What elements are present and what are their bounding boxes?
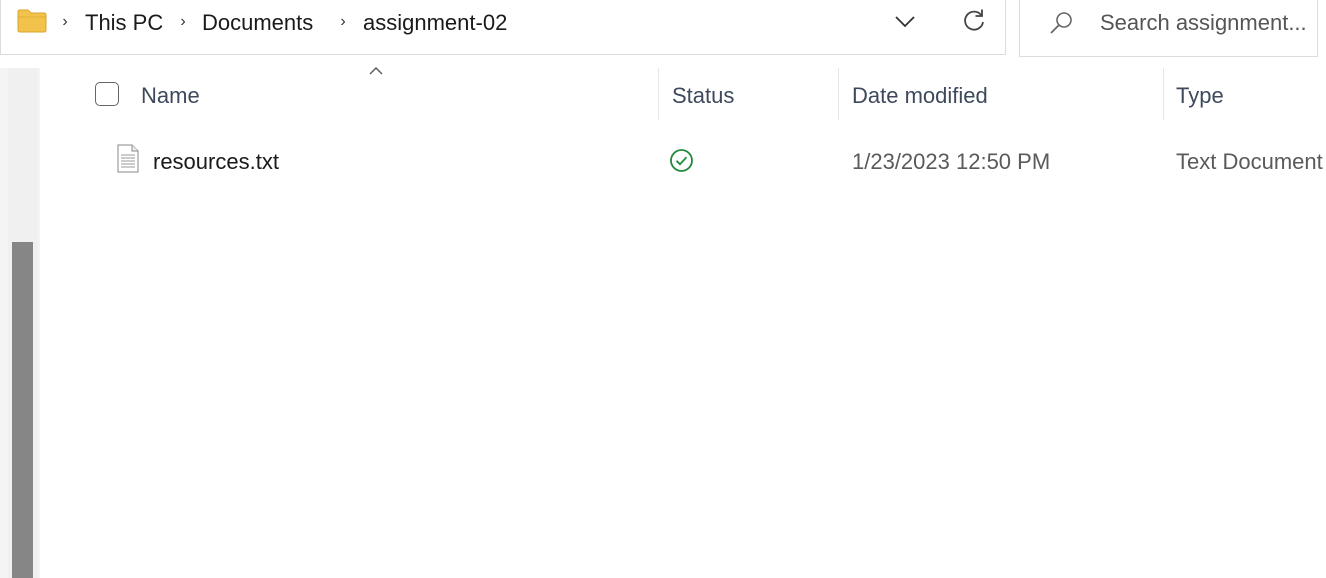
search-input[interactable] <box>1100 8 1314 38</box>
synced-check-icon <box>670 149 693 172</box>
select-all-checkbox[interactable] <box>95 82 119 106</box>
sort-up-icon <box>369 67 383 75</box>
file-type: Text Document <box>1176 149 1323 174</box>
chevron-right-icon: › <box>62 13 68 30</box>
folder-icon <box>17 9 47 33</box>
chevron-right-icon[interactable]: › <box>337 12 349 32</box>
column-header-status[interactable]: Status <box>672 82 734 110</box>
breadcrumb-assignment-02[interactable]: assignment-02 <box>363 9 507 37</box>
pane-divider[interactable] <box>40 68 44 578</box>
column-header-date-modified[interactable]: Date modified <box>852 82 988 110</box>
text-file-icon <box>117 144 139 173</box>
column-divider[interactable] <box>1163 68 1164 120</box>
scrollbar-thumb[interactable] <box>12 242 33 578</box>
search-icon <box>1050 12 1072 34</box>
column-header-type[interactable]: Type <box>1176 82 1224 110</box>
address-bar[interactable]: › This PC › Documents › assignment-02 <box>0 0 1006 55</box>
file-explorer-window: › This PC › Documents › assignment-02 Na… <box>0 0 1326 578</box>
file-name[interactable]: resources.txt <box>153 148 279 176</box>
file-date-modified: 1/23/2023 12:50 PM <box>852 149 1051 174</box>
refresh-icon[interactable] <box>959 6 989 36</box>
column-divider[interactable] <box>838 68 839 120</box>
search-box[interactable] <box>1019 0 1318 57</box>
chevron-down-icon[interactable] <box>892 10 918 32</box>
breadcrumb-this-pc[interactable]: This PC <box>85 9 163 37</box>
breadcrumb-documents[interactable]: Documents <box>202 9 313 37</box>
column-divider[interactable] <box>658 68 659 120</box>
chevron-right-icon[interactable]: › <box>177 12 189 32</box>
column-header-name[interactable]: Name <box>141 82 200 110</box>
